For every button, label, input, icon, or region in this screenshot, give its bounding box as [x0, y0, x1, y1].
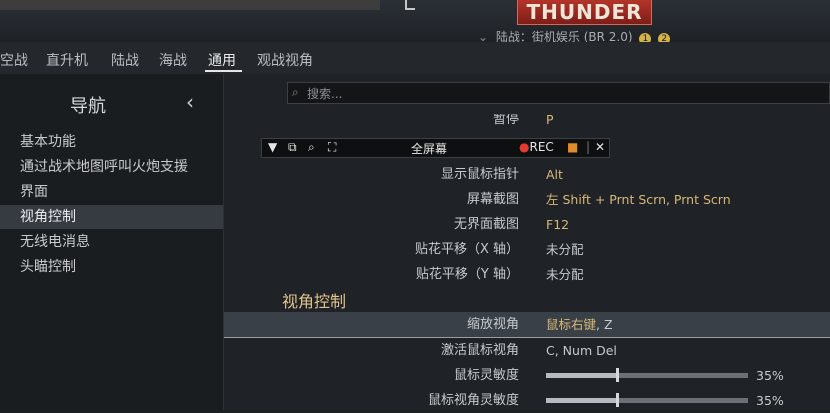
sidebar-item-head-tracking[interactable]: 头瞄控制 [0, 255, 223, 279]
tab-helicopter[interactable]: 直升机 [46, 50, 88, 70]
setting-label: 显示鼠标指针 [440, 167, 519, 182]
top-game-bar: THUNDER ⌄ 陆战：街机娱乐 (BR 2.0) 1 2 [0, 0, 830, 45]
setting-label: 鼠标视角灵敏度 [427, 393, 519, 408]
slider-fill [546, 398, 617, 403]
game-background-strip [0, 0, 380, 10]
setting-row-zoom[interactable]: 缩放视角 鼠标右键, Z [224, 312, 830, 337]
slider-fill [546, 373, 617, 378]
settings-pane: ⌕ 暂停 P 显示鼠标指针 Alt 屏幕截图 左 Shift + Prnt Sc… [224, 74, 830, 410]
setting-row-mouse-view[interactable]: 激活鼠标视角 C, Num Del [224, 338, 830, 363]
sidebar-item-radio-messages[interactable]: 无线电消息 [0, 230, 223, 254]
tab-naval[interactable]: 海战 [159, 50, 187, 70]
setting-value: 左 Shift + Prnt Scrn, Prnt Scrn [546, 192, 731, 207]
setting-label: 屏幕截图 [466, 192, 519, 207]
setting-row-pause[interactable]: 暂停 P [224, 114, 830, 132]
setting-value-extra: , Z [596, 317, 613, 332]
view-sensitivity-slider[interactable] [546, 393, 748, 407]
setting-value-main: 鼠标右键 [546, 317, 597, 332]
search-box[interactable]: ⌕ [287, 82, 830, 104]
slider-handle[interactable] [616, 393, 619, 407]
chevron-left-icon[interactable]: ‹ [186, 90, 194, 114]
toolbar-separator: | [586, 140, 591, 154]
active-tab-indicator [205, 70, 242, 72]
setting-label: 贴花平移（Y 轴） [415, 267, 519, 282]
record-button[interactable]: ●REC [519, 140, 554, 154]
setting-value: F12 [546, 217, 570, 232]
camera-icon[interactable]: ■ [567, 140, 578, 154]
game-logo: THUNDER [517, 0, 652, 25]
zoom-icon[interactable]: ⌕ [308, 140, 315, 155]
setting-row-decal-x[interactable]: 贴花平移（X 轴） 未分配 [224, 237, 830, 262]
setting-label: 贴花平移（X 轴） [414, 242, 519, 257]
sidebar-item-camera-control[interactable]: 视角控制 [0, 205, 223, 229]
setting-row-mouse-sensitivity[interactable]: 鼠标灵敏度 35% [224, 363, 830, 388]
search-icon: ⌕ [292, 85, 299, 99]
slider-percent: 35% [756, 368, 784, 383]
dropdown-triangle-icon[interactable]: ▼ [268, 140, 277, 154]
setting-value: P [546, 114, 554, 127]
sidebar-item-artillery-support[interactable]: 通过战术地图呼叫火炮支援 [0, 155, 223, 179]
setting-label: 鼠标灵敏度 [453, 368, 519, 383]
tab-air[interactable]: 空战 [0, 50, 28, 70]
search-input[interactable] [305, 84, 819, 104]
setting-value: 未分配 [546, 267, 584, 282]
setting-label: 激活鼠标视角 [440, 343, 519, 358]
setting-value: Alt [546, 167, 563, 182]
setting-row-hudless-screenshot[interactable]: 无界面截图 F12 [224, 212, 830, 237]
slider-percent: 35% [756, 393, 784, 408]
setting-row-decal-y[interactable]: 贴花平移（Y 轴） 未分配 [224, 262, 830, 287]
sidebar-item-basic-functions[interactable]: 基本功能 [0, 130, 223, 154]
controls-tab-bar: 空战 直升机 陆战 海战 通用 观战视角 [0, 42, 830, 74]
slider-handle[interactable] [616, 368, 619, 382]
window-mode-icon[interactable]: ⧉ [288, 140, 297, 155]
sidebar-item-interface[interactable]: 界面 [0, 180, 223, 204]
fullscreen-button[interactable]: 全屏幕 [411, 140, 447, 157]
setting-value: C, Num Del [546, 343, 617, 358]
setting-label: 无界面截图 [453, 217, 519, 232]
close-icon[interactable]: ✕ [595, 140, 605, 154]
tab-common[interactable]: 通用 [208, 50, 236, 70]
sidebar-title: 导航 [70, 96, 106, 117]
setting-value: 鼠标右键, Z [546, 312, 613, 337]
navigation-sidebar: 导航 ‹ 基本功能 通过战术地图呼叫火炮支援 界面 视角控制 无线电消息 头瞄控… [0, 74, 224, 410]
section-title-camera-control: 视角控制 [282, 292, 347, 311]
record-dot-icon: ● [519, 140, 530, 154]
setting-row-mouse-view-sensitivity[interactable]: 鼠标视角灵敏度 35% [224, 388, 830, 413]
sensitivity-slider[interactable] [546, 368, 748, 382]
setting-value: 未分配 [546, 242, 584, 257]
recording-toolbar: ▼ ⧉ ⌕ ⛶ 全屏幕 ●REC ■ | ✕ [261, 138, 610, 158]
region-select-icon[interactable]: ⛶ [328, 140, 336, 155]
record-label: REC [529, 140, 554, 154]
setting-label: 暂停 [492, 114, 519, 127]
setting-label: 缩放视角 [466, 317, 519, 332]
setting-row-show-cursor[interactable]: 显示鼠标指针 Alt [224, 162, 830, 187]
tab-spectator[interactable]: 观战视角 [257, 50, 313, 70]
corner-marker-icon [405, 0, 415, 10]
setting-row-screenshot[interactable]: 屏幕截图 左 Shift + Prnt Scrn, Prnt Scrn [224, 187, 830, 212]
tab-ground[interactable]: 陆战 [111, 50, 139, 70]
